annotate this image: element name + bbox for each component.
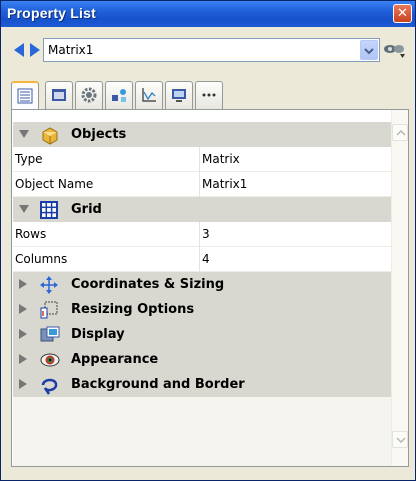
category-label: Objects <box>71 127 127 142</box>
category-label: Appearance <box>71 352 159 367</box>
vertical-scrollbar[interactable] <box>391 110 408 466</box>
category-objects[interactable]: Objects <box>13 122 393 147</box>
column-divider <box>199 222 200 247</box>
category-label: Background and Border <box>71 377 245 392</box>
tab-chart[interactable] <box>135 81 163 109</box>
dropdown-button[interactable] <box>360 40 378 60</box>
property-list-window: Property List ✕ Matrix1 Objects Type Mat… <box>0 0 416 481</box>
property-row-columns[interactable]: Columns 4 <box>13 247 393 272</box>
scroll-down-button[interactable] <box>392 431 408 448</box>
window-icon <box>52 89 66 101</box>
property-name: Object Name <box>15 177 94 191</box>
close-button[interactable]: ✕ <box>393 4 412 23</box>
list-icon <box>17 88 33 104</box>
cube-icon <box>42 127 58 145</box>
column-divider <box>199 247 200 272</box>
category-appearance[interactable]: Appearance <box>13 347 393 372</box>
property-tabs <box>11 81 271 110</box>
tab-display[interactable] <box>45 81 73 109</box>
collapsed-arrow-icon <box>19 279 27 289</box>
property-name: Columns <box>15 252 68 266</box>
collapsed-arrow-icon <box>19 329 27 339</box>
window-title: Property List <box>7 5 96 21</box>
chevron-up-icon <box>396 130 406 136</box>
tab-shapes[interactable] <box>105 81 133 109</box>
display-icon <box>40 326 60 342</box>
expanded-arrow-icon <box>19 130 29 138</box>
navigate-arrows-icon[interactable] <box>14 42 40 58</box>
column-divider <box>199 147 200 172</box>
expanded-arrow-icon <box>19 205 29 213</box>
property-value[interactable]: Matrix1 <box>202 177 247 191</box>
move-arrows-icon <box>40 276 58 294</box>
category-display[interactable]: Display <box>13 322 393 347</box>
property-row-type[interactable]: Type Matrix <box>13 147 393 172</box>
property-row-object-name[interactable]: Object Name Matrix1 <box>13 172 393 197</box>
view-toggle-button[interactable] <box>382 39 406 61</box>
chevron-down-icon <box>396 437 406 443</box>
category-resizing-options[interactable]: Resizing Options <box>13 297 393 322</box>
ellipsis-icon <box>202 93 216 97</box>
category-label: Coordinates & Sizing <box>71 277 225 292</box>
gear-icon <box>81 87 97 103</box>
object-selector-row: Matrix1 <box>11 37 406 63</box>
tab-monitor[interactable] <box>165 81 193 109</box>
lasso-icon <box>41 378 58 395</box>
object-select[interactable]: Matrix1 <box>43 38 380 62</box>
tab-general[interactable] <box>11 81 39 110</box>
property-row-rows[interactable]: Rows 3 <box>13 222 393 247</box>
property-value[interactable]: 4 <box>202 252 210 266</box>
tab-more[interactable] <box>195 81 223 109</box>
collapsed-arrow-icon <box>19 379 27 389</box>
column-divider <box>199 172 200 197</box>
scroll-up-button[interactable] <box>392 124 408 141</box>
grid-icon <box>40 201 58 219</box>
glasses-icon <box>384 45 405 58</box>
title-bar[interactable]: Property List ✕ <box>1 1 415 27</box>
object-select-value: Matrix1 <box>48 43 94 57</box>
chart-icon <box>142 88 156 102</box>
category-grid[interactable]: Grid <box>13 197 393 222</box>
category-coordinates-sizing[interactable]: Coordinates & Sizing <box>13 272 393 297</box>
category-background-border[interactable]: Background and Border <box>13 372 393 397</box>
eye-icon <box>40 353 60 367</box>
category-label: Grid <box>71 202 102 217</box>
monitor-icon <box>172 89 186 102</box>
property-value[interactable]: 3 <box>202 227 210 241</box>
property-name: Rows <box>15 227 47 241</box>
shapes-icon <box>112 89 126 102</box>
collapsed-arrow-icon <box>19 354 27 364</box>
collapsed-arrow-icon <box>19 304 27 314</box>
resize-icon <box>40 301 58 319</box>
property-name: Type <box>15 152 43 166</box>
category-label: Resizing Options <box>71 302 195 317</box>
property-value[interactable]: Matrix <box>202 152 240 166</box>
property-panel: Objects Type Matrix Object Name Matrix1 <box>11 109 409 467</box>
category-label: Display <box>71 327 125 342</box>
chevron-down-icon <box>364 48 374 55</box>
close-icon: ✕ <box>397 6 408 21</box>
tab-settings[interactable] <box>75 81 103 109</box>
property-list-area: Objects Type Matrix Object Name Matrix1 <box>13 122 393 466</box>
